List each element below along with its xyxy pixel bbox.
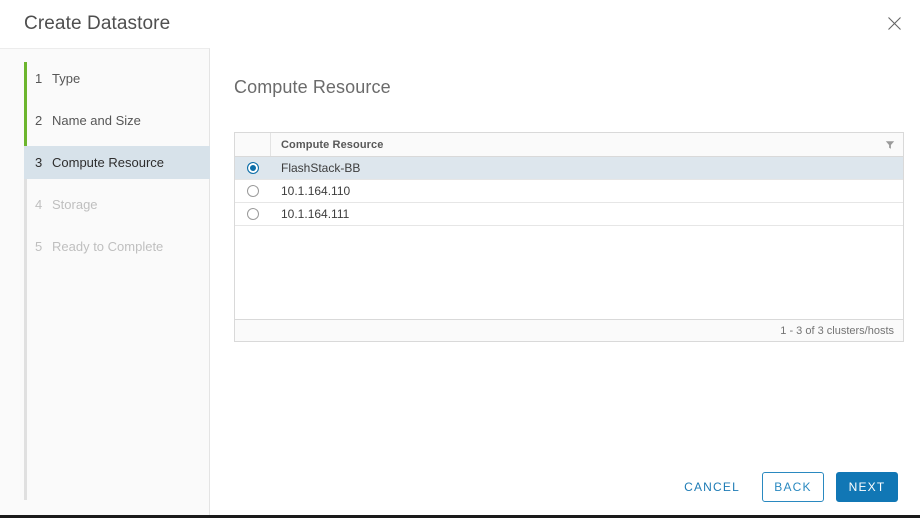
step-gap-4 [24, 221, 210, 230]
step-label: Storage [52, 197, 98, 212]
cancel-button[interactable]: CANCEL [674, 472, 750, 502]
page-title: Compute Resource [234, 77, 391, 97]
sidebar-step-name-and-size[interactable]: 2 Name and Size [24, 104, 210, 137]
wizard-content: Compute Resource Compute Resource FlashS… [210, 48, 920, 515]
dialog-title: Create Datastore [24, 13, 171, 34]
step-list: 1 Type 2 Name and Size 3 Compute Resourc… [0, 62, 210, 263]
row-select-cell[interactable] [235, 185, 271, 197]
step-label: Type [52, 71, 81, 86]
row-compute-resource-label: 10.1.164.110 [281, 184, 351, 198]
sidebar-step-storage: 4 Storage [24, 188, 210, 221]
table-header-compute-resource[interactable]: Compute Resource [271, 133, 903, 156]
row-compute-resource-label: FlashStack-BB [281, 161, 361, 175]
table-row[interactable]: 10.1.164.110 [235, 180, 903, 203]
filter-funnel-icon[interactable] [885, 140, 895, 150]
wizard-sidebar: 1 Type 2 Name and Size 3 Compute Resourc… [0, 48, 210, 515]
row-radio-button[interactable] [247, 185, 259, 197]
step-number: 4 [35, 197, 43, 212]
step-gap-2 [24, 137, 210, 146]
next-button[interactable]: NEXT [836, 472, 898, 502]
back-button[interactable]: BACK [762, 472, 824, 502]
step-label: Ready to Complete [52, 239, 164, 254]
table-row[interactable]: 10.1.164.111 [235, 203, 903, 226]
step-gap-1 [24, 95, 210, 104]
step-number: 1 [35, 71, 43, 86]
row-radio-button[interactable] [247, 208, 259, 220]
step-gap-3 [24, 179, 210, 188]
close-icon[interactable] [880, 9, 908, 37]
dialog-button-bar: CANCEL BACK NEXT [674, 472, 898, 502]
table-row-count: 1 - 3 of 3 clusters/hosts [780, 324, 894, 337]
step-number: 3 [35, 155, 43, 170]
sidebar-step-ready-to-complete: 5 Ready to Complete [24, 230, 210, 263]
dialog-header: Create Datastore [0, 0, 920, 48]
step-number: 2 [35, 113, 43, 128]
row-select-cell[interactable] [235, 208, 271, 220]
table-header-row: Compute Resource [235, 133, 903, 157]
table-header-select-column [235, 133, 271, 156]
column-header-label: Compute Resource [281, 138, 384, 151]
row-compute-resource-label: 10.1.164.111 [281, 207, 350, 221]
sidebar-step-compute-resource[interactable]: 3 Compute Resource [24, 146, 210, 179]
row-select-cell[interactable] [235, 162, 271, 174]
row-radio-button[interactable] [247, 162, 259, 174]
step-number: 5 [35, 239, 43, 254]
step-label: Compute Resource [52, 155, 164, 170]
compute-resource-table: Compute Resource FlashStack-BB 10.1.164.… [234, 132, 904, 342]
table-footer: 1 - 3 of 3 clusters/hosts [235, 319, 903, 341]
step-label: Name and Size [52, 113, 141, 128]
sidebar-step-type[interactable]: 1 Type [24, 62, 210, 95]
table-row[interactable]: FlashStack-BB [235, 157, 903, 180]
table-body: FlashStack-BB 10.1.164.110 10.1.164.111 [235, 157, 903, 319]
create-datastore-dialog: Create Datastore 1 Type 2 Name and Size … [0, 0, 920, 518]
